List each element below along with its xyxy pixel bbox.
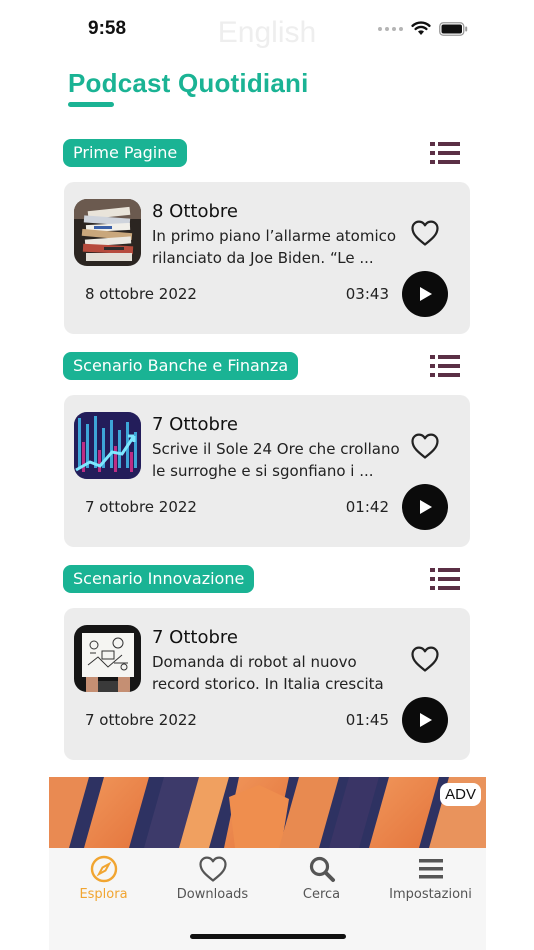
compass-icon — [90, 855, 117, 883]
episode-thumbnail — [74, 199, 141, 266]
tab-downloads[interactable]: Downloads — [158, 854, 267, 902]
tab-esplora[interactable]: Esplora — [49, 854, 158, 902]
list-icon[interactable] — [430, 354, 460, 378]
signal-dots-icon — [378, 26, 403, 31]
list-icon[interactable] — [430, 141, 460, 165]
episode-thumbnail — [74, 625, 141, 692]
episode-date: 7 ottobre 2022 — [85, 498, 197, 516]
play-button[interactable] — [402, 697, 448, 743]
episode-card[interactable]: 8 Ottobre In primo piano l’allarme atomi… — [64, 182, 470, 334]
title-underline — [68, 102, 114, 107]
episode-date: 7 ottobre 2022 — [85, 711, 197, 729]
episode-date: 8 ottobre 2022 — [85, 285, 197, 303]
adv-badge: ADV — [440, 783, 481, 806]
home-indicator — [190, 934, 346, 939]
episode-card[interactable]: 7 Ottobre Scrive il Sole 24 Ore che crol… — [64, 395, 470, 547]
tab-cerca[interactable]: Cerca — [267, 854, 376, 902]
tab-label: Impostazioni — [389, 887, 472, 902]
list-icon[interactable] — [430, 567, 460, 591]
episode-card[interactable]: 7 Ottobre Domanda di robot al nuovo reco… — [64, 608, 470, 760]
play-icon — [420, 713, 432, 727]
episode-description: In primo piano l’allarme atomico rilanci… — [152, 227, 397, 267]
page-title: Podcast Quotidiani — [68, 68, 309, 98]
episode-title: 8 Ottobre — [152, 201, 238, 222]
episode-duration: 01:45 — [345, 711, 389, 729]
ad-banner[interactable]: ADV — [49, 777, 486, 848]
status-bar: 9:58 English — [0, 0, 534, 60]
play-button[interactable] — [402, 271, 448, 317]
search-icon — [309, 856, 335, 882]
episode-title: 7 Ottobre — [152, 627, 238, 648]
play-icon — [420, 500, 432, 514]
heart-icon[interactable] — [410, 219, 440, 247]
heart-icon[interactable] — [410, 432, 440, 460]
heart-icon[interactable] — [410, 645, 440, 673]
episode-thumbnail — [74, 412, 141, 479]
heart-icon — [198, 856, 227, 882]
episode-description: Scrive il Sole 24 Ore che crollano le su… — [152, 440, 400, 480]
wifi-icon — [411, 21, 431, 35]
battery-icon — [439, 21, 468, 36]
episode-title: 7 Ottobre — [152, 414, 238, 435]
menu-icon — [418, 859, 443, 879]
episode-duration: 01:42 — [345, 498, 389, 516]
section-label[interactable]: Scenario Innovazione — [63, 565, 255, 593]
section-label[interactable]: Prime Pagine — [63, 139, 188, 167]
tab-impostazioni[interactable]: Impostazioni — [376, 854, 485, 902]
section-label[interactable]: Scenario Banche e Finanza — [63, 352, 299, 380]
tab-label: Downloads — [176, 887, 249, 902]
play-icon — [420, 287, 432, 301]
tab-label: Cerca — [302, 887, 341, 902]
play-button[interactable] — [402, 484, 448, 530]
tab-label: Esplora — [79, 887, 128, 902]
episode-description: Domanda di robot al nuovo record storico… — [152, 653, 384, 693]
status-icons — [378, 21, 468, 36]
episode-duration: 03:43 — [345, 285, 389, 303]
